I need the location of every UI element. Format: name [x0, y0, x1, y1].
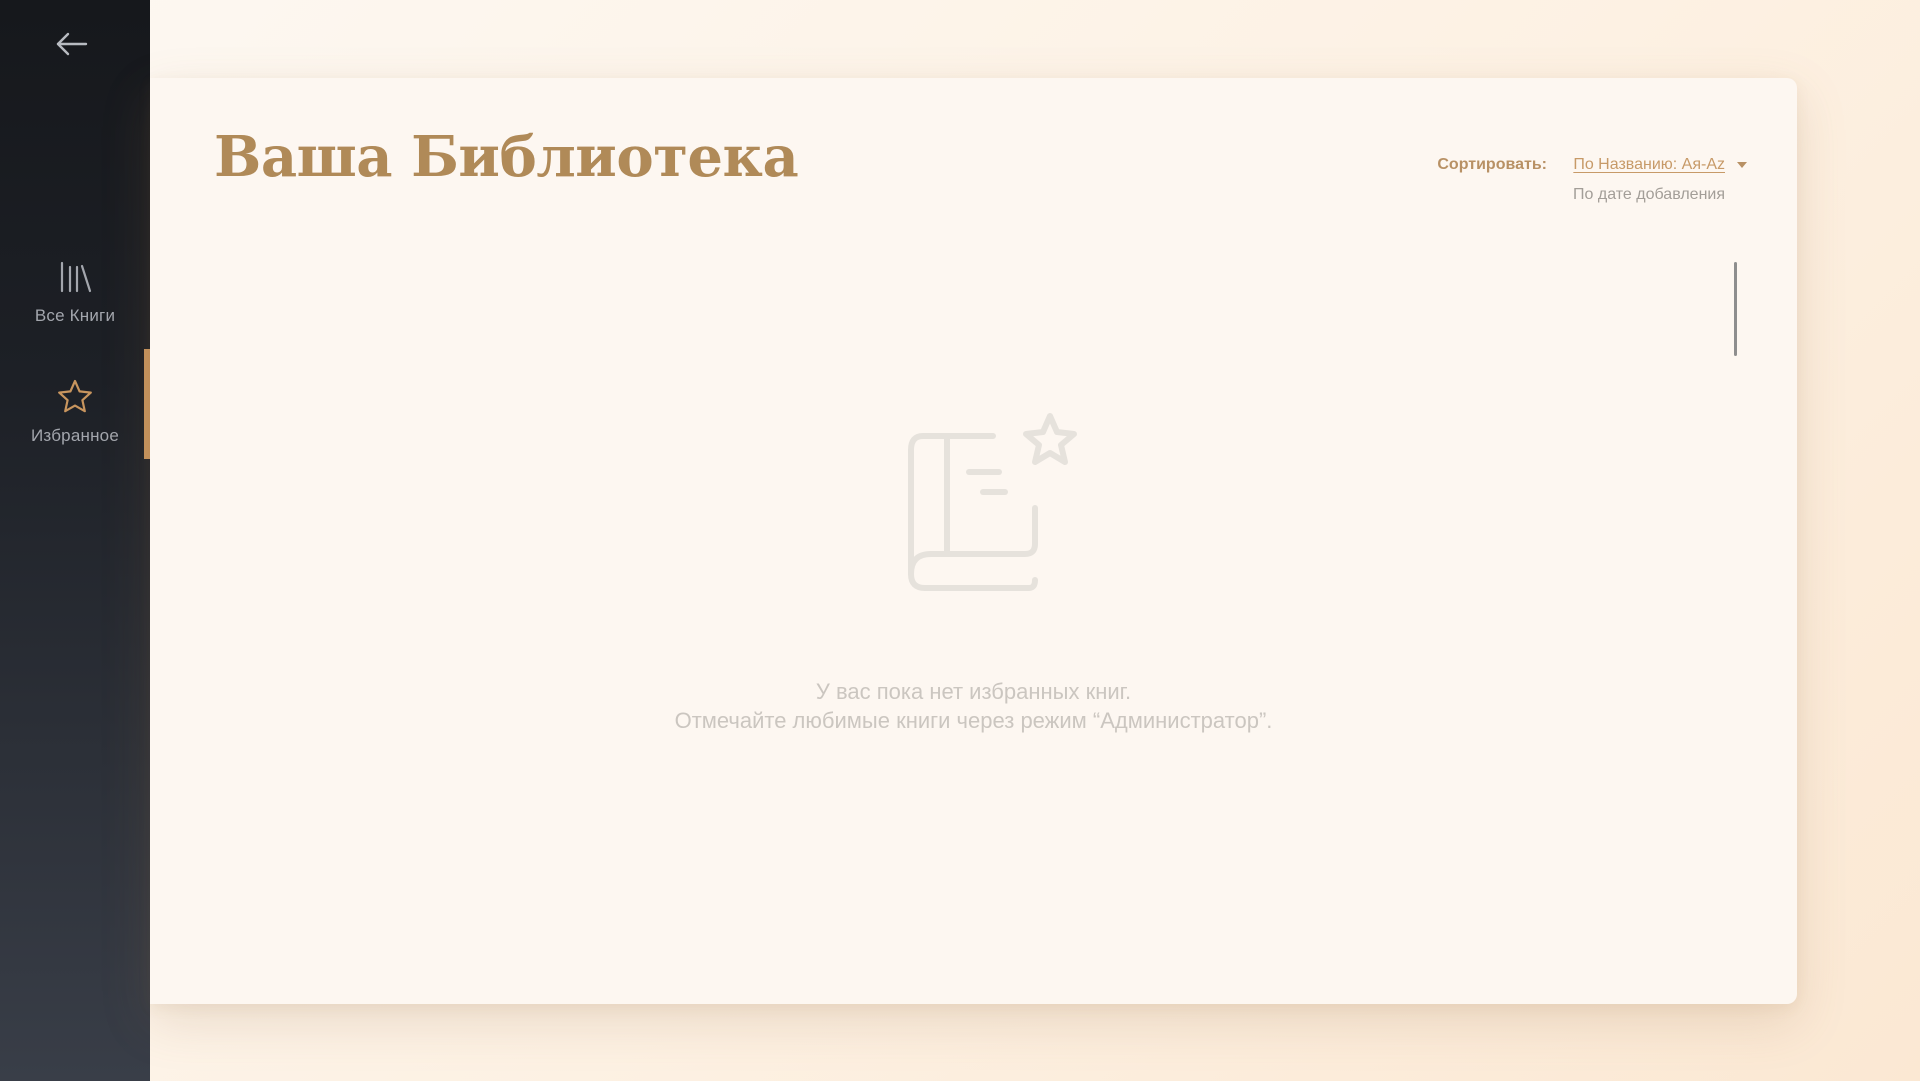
sidebar: Все Книги Избранное — [0, 0, 150, 1081]
sidebar-item-all-books[interactable]: Все Книги — [0, 260, 150, 326]
scrollbar[interactable] — [1734, 262, 1737, 356]
books-icon — [60, 261, 92, 293]
library-card: Ваша Библиотека Сортировать: По Названию… — [150, 78, 1797, 1004]
sidebar-item-label: Все Книги — [34, 306, 116, 325]
sidebar-item-label: Избранное — [31, 426, 119, 445]
star-icon — [58, 379, 92, 413]
sort-option-date-added[interactable]: По дате добавления — [1573, 186, 1725, 204]
back-button[interactable] — [52, 26, 92, 62]
sort-label: Сортировать: — [1437, 156, 1547, 173]
sort-selected-option[interactable]: По Названию: Ая-Az — [1573, 156, 1725, 174]
sidebar-item-favorites[interactable]: Избранное — [0, 378, 150, 446]
arrow-left-icon — [56, 32, 88, 56]
empty-state-message: У вас пока нет избранных книг. — [815, 679, 1132, 704]
book-star-icon — [908, 413, 1077, 591]
empty-state-hint: Отмечайте любимые книги через режим “Адм… — [674, 708, 1273, 733]
page-title: Ваша Библиотека — [214, 124, 799, 190]
caret-down-icon[interactable] — [1737, 162, 1747, 168]
